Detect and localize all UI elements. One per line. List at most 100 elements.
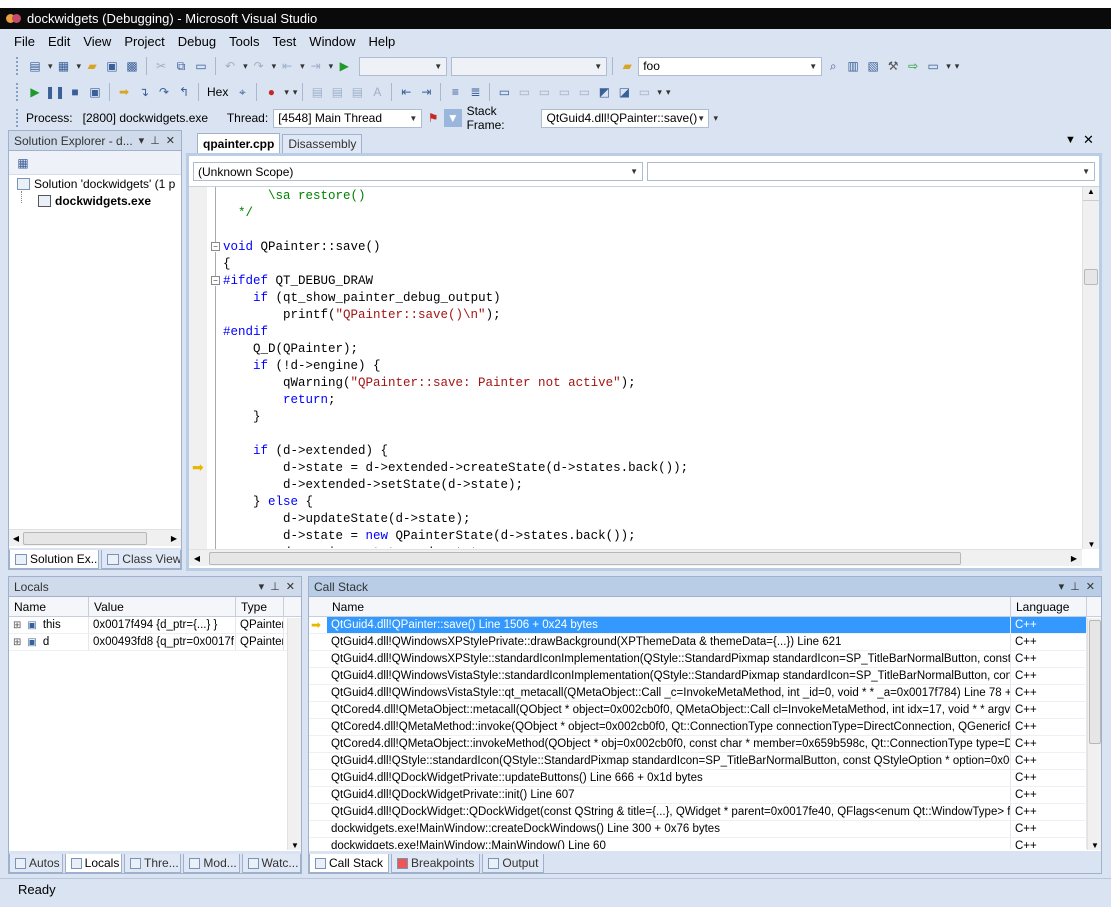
callstack-row[interactable]: QtGuid4.dll!QDockWidgetPrivate::init() L…: [309, 787, 1101, 804]
menu-view[interactable]: View: [83, 34, 111, 49]
thread-combo[interactable]: [4548] Main Thread ▼: [273, 108, 423, 128]
toolbar-overflow-icon[interactable]: ▾: [666, 87, 671, 98]
restart-icon[interactable]: ▣: [86, 83, 104, 101]
menu-help[interactable]: Help: [369, 34, 396, 49]
filter-threads-icon[interactable]: ▼: [443, 109, 462, 127]
decrease-indent-icon[interactable]: ⇤: [397, 83, 415, 101]
bookmark-prev-doc-icon[interactable]: ◩: [595, 83, 613, 101]
pin-icon[interactable]: ⊥: [1070, 580, 1080, 593]
process-combo[interactable]: [2800] dockwidgets.exe: [78, 109, 223, 128]
panel-dropdown-icon[interactable]: ▾: [1059, 580, 1065, 593]
text-editor-icon-4[interactable]: A: [368, 83, 386, 101]
callstack-row[interactable]: QtGuid4.dll!QStyle::standardIcon(QStyle:…: [309, 753, 1101, 770]
scroll-thumb[interactable]: [209, 551, 961, 565]
step-out-icon[interactable]: ↰: [175, 83, 193, 101]
col-name[interactable]: Name: [9, 596, 89, 617]
scroll-thumb[interactable]: [1084, 269, 1098, 285]
menu-file[interactable]: File: [14, 34, 35, 49]
panel-dropdown-icon[interactable]: ▾: [139, 134, 145, 147]
bookmark-next-icon[interactable]: ▭: [535, 83, 553, 101]
tab-qpainter-cpp[interactable]: qpainter.cpp: [197, 133, 281, 153]
callstack-row[interactable]: dockwidgets.exe!MainWindow::createDockWi…: [309, 821, 1101, 838]
stop-debugging-icon[interactable]: ■: [66, 83, 84, 101]
uncomment-icon[interactable]: ≣: [466, 83, 484, 101]
toolbar-overflow-icon[interactable]: ▾: [955, 61, 960, 72]
toolbar-overflow-icon[interactable]: ▾: [293, 87, 298, 98]
step-into-icon[interactable]: ↴: [135, 83, 153, 101]
callstack-row[interactable]: dockwidgets.exe!MainWindow::MainWindow()…: [309, 838, 1101, 849]
panel-dropdown-icon[interactable]: ▾: [259, 580, 265, 593]
callstack-row[interactable]: QtGuid4.dll!QWindowsXPStylePrivate::draw…: [309, 634, 1101, 651]
expand-icon[interactable]: ⊞: [13, 637, 21, 648]
menu-project[interactable]: Project: [124, 34, 164, 49]
bookmark-prev-folder-icon[interactable]: ▭: [555, 83, 573, 101]
stackframe-combo[interactable]: QtGuid4.dll!QPainter::save() ▼: [541, 108, 710, 128]
text-editor-icon-2[interactable]: ▤: [328, 83, 346, 101]
tab-watch[interactable]: Watc...: [241, 854, 301, 873]
show-next-statement-icon[interactable]: ➡: [115, 83, 133, 101]
editor-close-icon[interactable]: ✕: [1083, 132, 1094, 148]
close-icon[interactable]: ✕: [286, 580, 295, 593]
locals-vscrollbar[interactable]: ▼: [287, 618, 301, 850]
open-file-icon[interactable]: ▰: [83, 57, 101, 75]
find-combo[interactable]: foo ▼: [638, 56, 823, 76]
tab-solution-explorer[interactable]: Solution Ex...: [9, 550, 100, 569]
start-page-icon[interactable]: ⇨: [904, 57, 922, 75]
tab-autos[interactable]: Autos: [9, 854, 63, 873]
save-all-icon[interactable]: ▩: [123, 57, 141, 75]
menu-test[interactable]: Test: [272, 34, 296, 49]
solution-platform-combo[interactable]: ▼: [451, 56, 608, 76]
menu-tools[interactable]: Tools: [229, 34, 259, 49]
editor-vscrollbar[interactable]: ▲ ▼: [1082, 187, 1099, 549]
toolbar-grip[interactable]: [16, 83, 20, 101]
undo-icon[interactable]: ↶: [221, 57, 239, 75]
menu-edit[interactable]: Edit: [48, 34, 70, 49]
solution-config-combo[interactable]: ▼: [359, 56, 448, 76]
toolbar-grip[interactable]: [16, 109, 20, 127]
callstack-row[interactable]: QtGuid4.dll!QWindowsXPStyle::standardIco…: [309, 651, 1101, 668]
tab-locals[interactable]: Locals: [64, 854, 123, 873]
new-project-icon[interactable]: ▤: [26, 57, 44, 75]
properties-icon[interactable]: ▧: [864, 57, 882, 75]
code-text[interactable]: \sa restore() */void QPainter::save(){#i…: [223, 188, 1077, 548]
collapse-toggle-icon[interactable]: −: [211, 276, 220, 285]
tab-call-stack[interactable]: Call Stack: [309, 854, 390, 873]
break-all-icon[interactable]: ❚❚: [45, 83, 65, 101]
scope-combo[interactable]: (Unknown Scope) ▼: [193, 162, 643, 181]
comment-out-icon[interactable]: ≡: [446, 83, 464, 101]
continue-icon[interactable]: ▶: [26, 83, 44, 101]
col-name[interactable]: Name: [327, 596, 1011, 617]
member-combo[interactable]: ▼: [647, 162, 1095, 181]
paste-icon[interactable]: ▭: [192, 57, 210, 75]
toolbox-icon[interactable]: ⚒: [884, 57, 902, 75]
indicator-margin[interactable]: [189, 187, 207, 549]
variable-value[interactable]: 0x0017f494 {d_ptr={...} }: [89, 617, 236, 633]
bookmark-next-doc-icon[interactable]: ◪: [615, 83, 633, 101]
find-icon[interactable]: ⌕: [824, 57, 842, 75]
toolbar-overflow-icon[interactable]: ▾: [713, 113, 718, 124]
text-editor-icon-3[interactable]: ▤: [348, 83, 366, 101]
solution-node[interactable]: Solution 'dockwidgets' (1 p: [17, 177, 175, 191]
menu-window[interactable]: Window: [309, 34, 355, 49]
find-in-files-icon[interactable]: ▰: [618, 57, 636, 75]
callstack-row[interactable]: QtGuid4.dll!QWindowsVistaStyle::qt_metac…: [309, 685, 1101, 702]
tab-class-view[interactable]: Class View: [101, 550, 181, 569]
tab-disassembly[interactable]: Disassembly: [282, 134, 363, 153]
tab-threads[interactable]: Thre...: [124, 854, 182, 873]
callstack-row[interactable]: QtGuid4.dll!QDockWidget::QDockWidget(con…: [309, 804, 1101, 821]
locals-row[interactable]: ⊞ ▣ this 0x0017f494 {d_ptr={...} } QPainter: [9, 617, 301, 634]
menu-debug[interactable]: Debug: [178, 34, 216, 49]
col-type[interactable]: Type: [236, 596, 284, 617]
editor-hscrollbar[interactable]: ◀ ▶: [189, 549, 1082, 566]
callstack-row[interactable]: QtGuid4.dll!QWindowsVistaStyle::standard…: [309, 668, 1101, 685]
navigate-back-icon[interactable]: ⇤: [278, 57, 296, 75]
properties-icon[interactable]: ▦: [14, 154, 32, 172]
col-language[interactable]: Language: [1011, 596, 1087, 617]
start-debugging-icon[interactable]: ▶: [335, 57, 353, 75]
solution-hscrollbar[interactable]: ◀ ▶: [9, 529, 181, 546]
tab-breakpoints[interactable]: Breakpoints: [391, 854, 481, 873]
scroll-thumb[interactable]: [23, 531, 147, 545]
callstack-row[interactable]: ➡ QtGuid4.dll!QPainter::save() Line 1506 …: [309, 617, 1101, 634]
command-window-icon[interactable]: ▭: [924, 57, 942, 75]
callstack-row[interactable]: QtCored4.dll!QMetaMethod::invoke(QObject…: [309, 719, 1101, 736]
